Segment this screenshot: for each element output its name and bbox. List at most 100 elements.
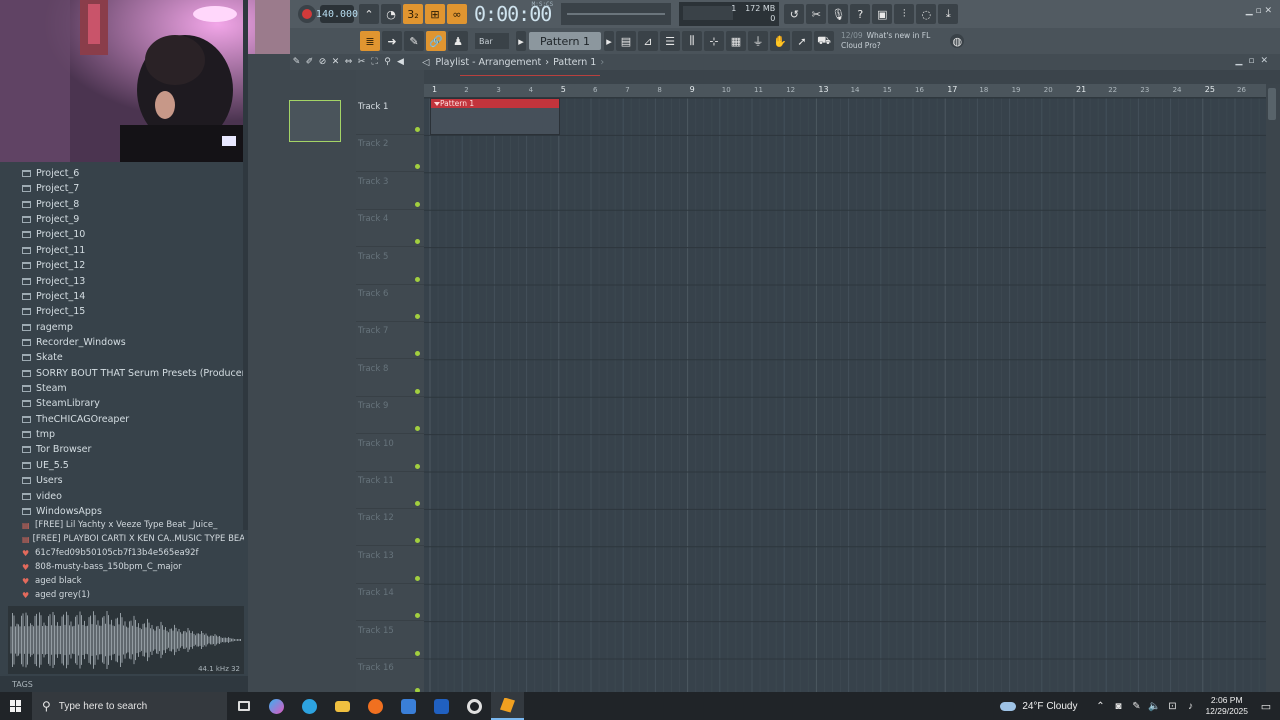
pattern-add-icon[interactable]: ▸ <box>604 31 614 51</box>
track-mute-led[interactable] <box>415 388 420 394</box>
track-mute-led[interactable] <box>415 650 420 656</box>
browser-folder[interactable]: ragemp <box>22 320 73 335</box>
track-mute-led[interactable] <box>415 127 420 132</box>
playback-tool-icon[interactable]: ◀ <box>394 55 407 68</box>
track-header[interactable]: Track 4 <box>356 210 424 248</box>
clock[interactable]: 2:06 PM 12/29/2025 <box>1205 695 1248 717</box>
copilot-icon[interactable] <box>260 692 293 720</box>
news-panel[interactable]: 12/09 What's new in FL Cloud Pro? <box>841 31 930 51</box>
browser-folder[interactable]: video <box>22 489 62 504</box>
camera-icon[interactable]: ◙ <box>1110 701 1126 712</box>
weather-widget[interactable]: 24°F Cloudy <box>1000 701 1077 712</box>
playlist-grid[interactable] <box>424 84 1266 692</box>
playlist-view-icon[interactable]: ≣ <box>360 31 380 51</box>
slip-tool-icon[interactable]: ⇔ <box>342 55 355 68</box>
browser-folder[interactable]: TheCHICAGOreaper <box>22 412 129 427</box>
track-mute-led[interactable] <box>415 276 420 282</box>
browser-folder[interactable]: tmp <box>22 427 55 442</box>
track-mute-led[interactable] <box>415 164 420 170</box>
metronome-icon[interactable]: ⌃ <box>359 4 379 24</box>
track-header[interactable]: Track 7 <box>356 322 424 360</box>
track-mute-led[interactable] <box>415 201 420 207</box>
mail-icon[interactable] <box>425 692 458 720</box>
project-browser-icon[interactable]: ▦ <box>726 31 746 51</box>
track-header[interactable]: Track 12 <box>356 509 424 547</box>
task-view-icon[interactable] <box>227 692 260 720</box>
browser-folder[interactable]: Steam <box>22 381 67 396</box>
loop-range-marker[interactable] <box>440 72 600 78</box>
paint-tool-icon[interactable]: ✐ <box>303 55 316 68</box>
track-header[interactable]: Track 10 <box>356 435 424 472</box>
stamp-icon[interactable]: ♟ <box>448 31 468 51</box>
browser-file[interactable]: ▤ [FREE] PLAYBOI CARTI X KEN CA..MUSIC TY… <box>22 532 244 546</box>
tags-bar[interactable]: TAGS <box>0 676 248 692</box>
track-header[interactable]: Track 13 <box>356 547 424 584</box>
mute-tool-icon[interactable]: ✕ <box>329 55 342 68</box>
track-header[interactable]: Track 2 <box>356 135 424 173</box>
track-mute-led[interactable] <box>415 239 420 245</box>
track-mute-led[interactable] <box>415 501 420 506</box>
browser-folder[interactable]: Project_10 <box>22 227 85 242</box>
draw-tool-icon[interactable]: ✎ <box>290 55 303 68</box>
track-header[interactable]: Track 6 <box>356 285 424 322</box>
track-header[interactable]: Track 1 <box>356 98 424 135</box>
browser-folder[interactable]: Project_13 <box>22 274 85 289</box>
browser-folder[interactable]: Project_8 <box>22 197 79 212</box>
volume-icon[interactable]: ♪ <box>1182 701 1198 712</box>
notification-icon[interactable]: ▭ <box>1256 696 1276 716</box>
browser-folder[interactable]: Skate <box>22 350 63 365</box>
pattern-prev-icon[interactable]: ▸ <box>516 31 526 51</box>
link-icon[interactable]: 🔗 <box>426 31 446 51</box>
browser-folder[interactable]: Project_6 <box>22 166 79 181</box>
browser-folder[interactable]: Users <box>22 473 63 488</box>
browser-folder[interactable]: WindowsApps <box>22 504 102 519</box>
browser-file[interactable]: ♥ aged grey(1) <box>22 588 244 602</box>
piano-roll-icon[interactable]: ⊿ <box>638 31 658 51</box>
track-mute-led[interactable] <box>415 463 420 469</box>
speaker-icon[interactable]: 🔈 <box>1146 701 1162 712</box>
start-button[interactable] <box>0 692 32 720</box>
mixer-view-icon[interactable]: ⫼ <box>682 31 702 51</box>
file-explorer-icon[interactable] <box>326 692 359 720</box>
selected-channel-slot[interactable] <box>289 100 341 142</box>
time-display[interactable]: 0:00:00 M:S:CS <box>474 1 553 26</box>
playlist-window-controls[interactable]: ▁▫✕ <box>1235 56 1274 66</box>
slice-tool-icon[interactable]: ✂ <box>355 55 368 68</box>
track-header[interactable]: Track 14 <box>356 584 424 622</box>
delete-tool-icon[interactable]: ⊘ <box>316 55 329 68</box>
track-header[interactable]: Track 16 <box>356 659 424 696</box>
edge-icon[interactable] <box>293 692 326 720</box>
plugin-picker-icon[interactable]: ⊹ <box>704 31 724 51</box>
browser-file[interactable]: ▤ [FREE] Lil Yachty x Veeze Type Beat _Ju… <box>22 518 244 532</box>
browser-folder[interactable]: SORRY BOUT THAT Serum Presets (Producerg… <box>22 366 274 381</box>
pencil-icon[interactable]: ✎ <box>404 31 424 51</box>
track-mute-led[interactable] <box>415 538 420 544</box>
browser-folder[interactable]: Project_14 <box>22 289 85 304</box>
track-header[interactable]: Track 9 <box>356 397 424 435</box>
master-volume-slider[interactable] <box>561 3 672 25</box>
download-icon[interactable]: ⤓ <box>938 4 959 24</box>
bar-ruler[interactable]: 1 2 3 4 5 6 7 8 9 10 11 12 13 14 15 16 17 18 19 20 21 22 23 24 2… <box>424 84 1266 98</box>
track-mute-led[interactable] <box>415 351 420 357</box>
browser-folder[interactable]: Project_9 <box>22 212 79 227</box>
undo-icon[interactable]: ↺ <box>784 4 805 24</box>
browser-folder[interactable]: Tor Browser <box>22 442 91 457</box>
channel-rack-icon[interactable]: ☰ <box>660 31 680 51</box>
blend-notes-icon[interactable]: ∞ <box>447 4 467 24</box>
browser-folder[interactable]: UE_5.5 <box>22 458 69 473</box>
select-tool-icon[interactable]: ⛶ <box>368 55 381 68</box>
browser-folder[interactable]: Project_7 <box>22 181 79 196</box>
track-mute-led[interactable] <box>415 575 420 581</box>
pattern-selector[interactable]: Pattern 1 <box>529 32 601 50</box>
countdown-icon[interactable]: 3₂ <box>403 4 423 24</box>
microphone-icon[interactable]: 🎙 <box>828 4 849 24</box>
step-edit-icon[interactable]: ⊞ <box>425 4 445 24</box>
browser-file[interactable]: ♥ aged black <box>22 574 244 588</box>
chat-icon[interactable]: ◌ <box>916 4 937 24</box>
globe-icon[interactable]: ◍ <box>950 34 965 48</box>
plugin-icon[interactable]: ⏚ <box>748 31 768 51</box>
pattern-clip[interactable]: Pattern 1 <box>430 98 560 135</box>
wait-for-input-icon[interactable]: ◔ <box>381 4 401 24</box>
window-controls[interactable]: ▁ ▫ ✕ <box>1246 6 1272 16</box>
browser-folder[interactable]: Recorder_Windows <box>22 335 126 350</box>
